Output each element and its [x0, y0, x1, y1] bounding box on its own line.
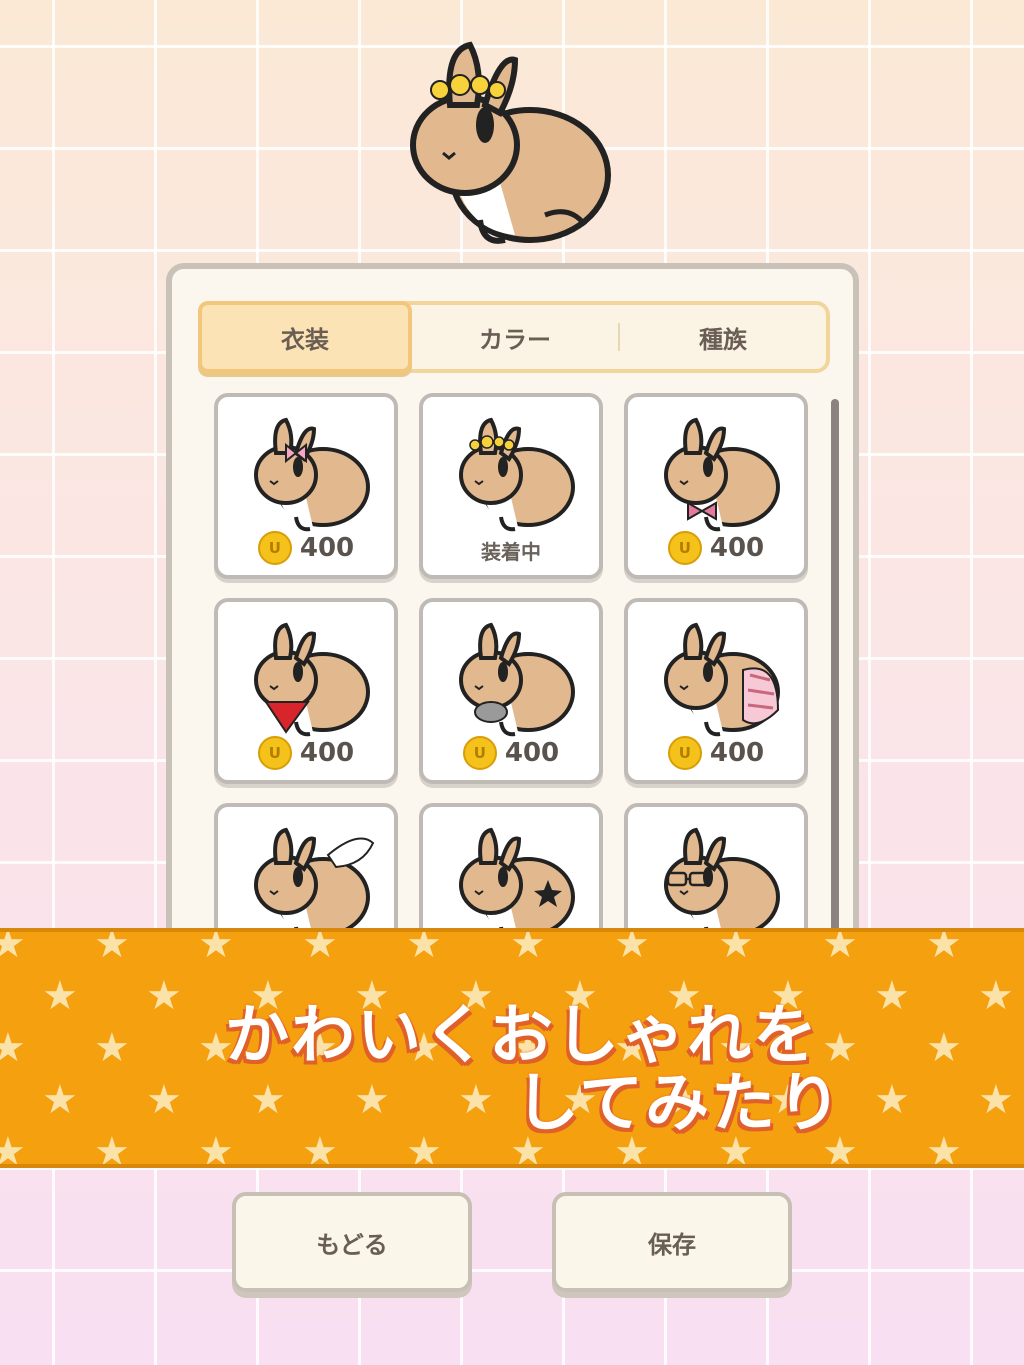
coin-icon: U: [257, 531, 292, 565]
star-icon: ★: [718, 928, 754, 967]
star-icon: ★: [458, 1077, 494, 1123]
star-icon: ★: [614, 928, 650, 967]
tab-breed[interactable]: 種族: [620, 305, 826, 369]
bunny-icon: [459, 417, 575, 532]
star-icon: ★: [406, 1129, 442, 1168]
coin-icon: U: [462, 736, 497, 770]
item-price: U 400: [628, 736, 804, 770]
star-icon: ★: [146, 1077, 182, 1123]
back-button[interactable]: もどる: [232, 1192, 472, 1292]
bunny-icon: [664, 417, 780, 532]
price-value: 400: [299, 533, 355, 563]
tab-color[interactable]: カラー: [412, 305, 618, 369]
price-value: 400: [504, 738, 560, 768]
star-icon: ★: [94, 1129, 130, 1168]
item-card-pink-diaper[interactable]: U 400: [624, 598, 808, 784]
equipped-label: 装着中: [481, 540, 541, 564]
bunny-icon: [254, 417, 370, 532]
star-icon: ★: [874, 1077, 910, 1123]
star-icon: ★: [302, 928, 338, 967]
star-icon: ★: [0, 1132, 26, 1164]
star-icon: ★: [250, 1077, 286, 1123]
item-card-bow-tie[interactable]: U 400: [624, 393, 808, 579]
star-icon: ★: [0, 1028, 26, 1068]
bunny-icon: [254, 622, 370, 737]
star-icon: ★: [926, 928, 962, 967]
star-icon: ★: [42, 973, 78, 1019]
item-price: U 400: [218, 531, 394, 565]
star-icon: ★: [874, 973, 910, 1019]
item-card-grey-bib[interactable]: U 400: [419, 598, 603, 784]
item-price: U 400: [423, 736, 599, 770]
star-icon: ★: [198, 928, 234, 967]
category-tabs: 衣装 カラー 種族: [198, 301, 830, 373]
star-icon: ★: [926, 1129, 962, 1168]
item-card-pink-ribbon[interactable]: U 400: [214, 393, 398, 579]
coin-icon: U: [667, 531, 702, 565]
star-icon: ★: [42, 1077, 78, 1123]
tab-costume[interactable]: 衣装: [198, 301, 412, 373]
item-card-flower-crown[interactable]: 装着中: [419, 393, 603, 579]
price-value: 400: [299, 738, 355, 768]
star-icon: ★: [926, 1025, 962, 1071]
price-value: 400: [709, 738, 765, 768]
star-icon: ★: [978, 1077, 1014, 1123]
item-price: U 400: [628, 531, 804, 565]
save-button[interactable]: 保存: [552, 1192, 792, 1292]
bunny-icon: [459, 827, 575, 942]
item-price: U 400: [218, 736, 394, 770]
star-icon: ★: [94, 1025, 130, 1071]
coin-icon: U: [257, 736, 292, 770]
banner-line-2: してみたり: [515, 1067, 844, 1141]
promo-banner: ★ ★ ★ ★ ★ ★ ★ ★ ★ ★ ★ ★ ★ ★ ★ ★ ★ ★ ★ ★ ★ ★ ★ ★ ★ ★ ★ ★ ★ ★ ★ ★ ★ ★ ★ ★ ★ ★ ★ ★…: [0, 928, 1024, 1168]
star-icon: ★: [302, 1129, 338, 1168]
price-value: 400: [709, 533, 765, 563]
star-icon: ★: [0, 932, 26, 964]
preview-bunny-icon: [410, 41, 611, 244]
star-icon: ★: [510, 928, 546, 967]
star-icon: ★: [198, 1129, 234, 1168]
bunny-icon: [664, 827, 780, 942]
star-icon: ★: [354, 1077, 390, 1123]
scrollbar[interactable]: [831, 399, 839, 957]
star-icon: ★: [822, 928, 858, 967]
wardrobe-panel: 衣装 カラー 種族 U 400 装着中 U 400 U 400 U 400 U …: [166, 263, 859, 963]
star-icon: ★: [94, 928, 130, 967]
bunny-icon: [254, 827, 375, 942]
item-card-red-scarf[interactable]: U 400: [214, 598, 398, 784]
coin-icon: U: [667, 736, 702, 770]
bunny-icon: [664, 622, 780, 737]
star-icon: ★: [406, 928, 442, 967]
star-icon: ★: [978, 973, 1014, 1019]
bunny-icon: [459, 622, 575, 737]
star-icon: ★: [146, 973, 182, 1019]
